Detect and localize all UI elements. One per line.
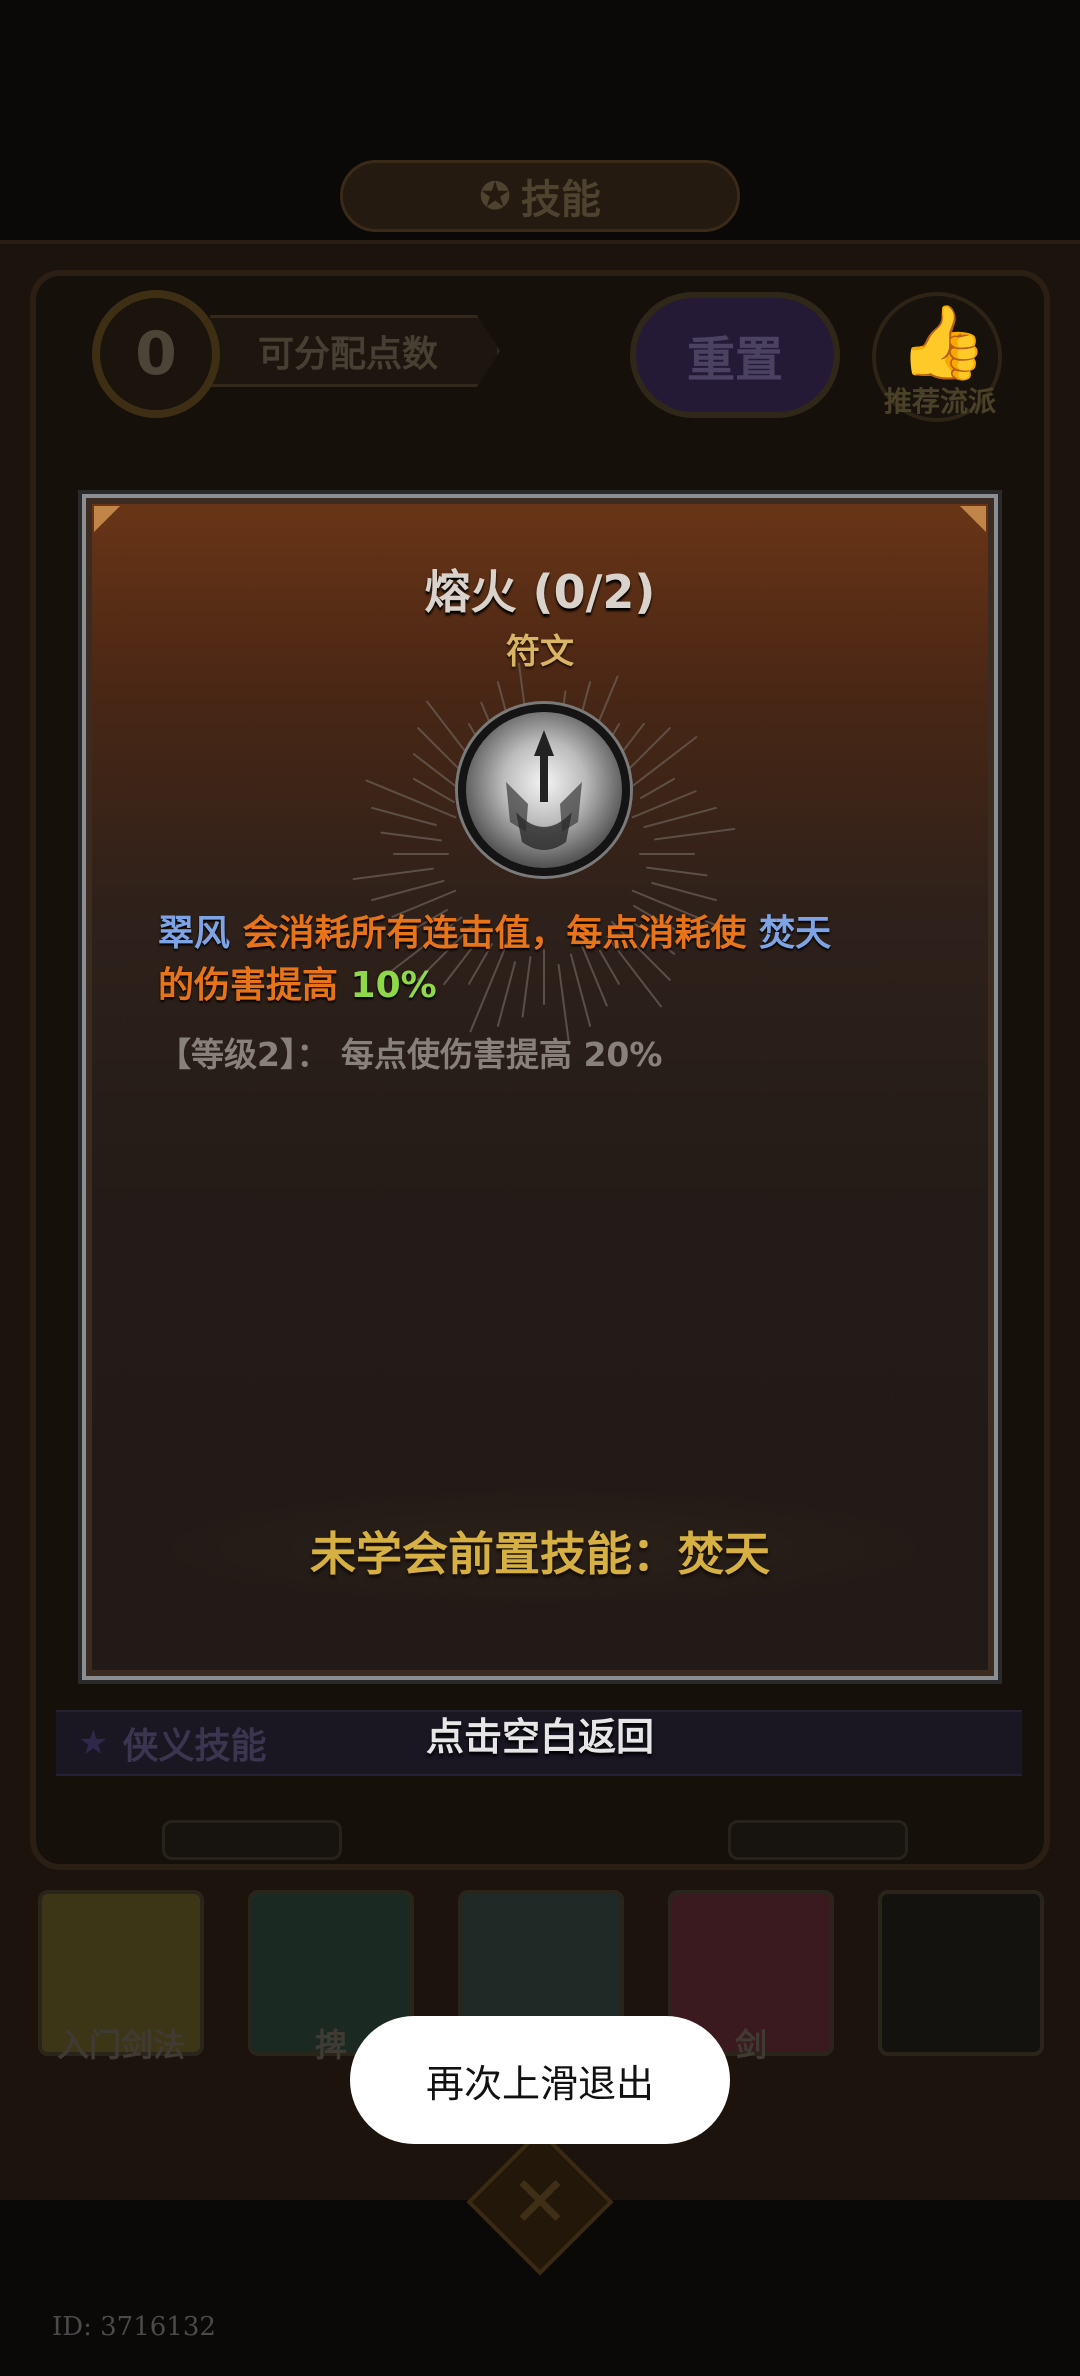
reset-button[interactable]: 重置 (630, 292, 840, 418)
gear-icon: ✪ (479, 174, 511, 218)
skill-ref-fentian: 焚天 (759, 913, 832, 954)
panel-title-bar: ✪ 技能 (340, 160, 740, 232)
burst-ray (365, 779, 457, 819)
burst-ray (651, 881, 717, 902)
desc-text: 的伤害提高 (158, 965, 351, 1006)
skill-title: 熔火 (0/2) (424, 565, 656, 619)
player-id: ID: 3716132 (52, 2312, 216, 2342)
skill-ref-cuifeng: 翠风 (158, 913, 231, 954)
burst-ray (631, 790, 697, 819)
burst-ray (380, 831, 442, 842)
tap-blank-to-return[interactable]: 点击空白返回 (0, 1706, 1080, 1761)
burst-ray (413, 778, 455, 803)
skill-name: 入门剑法 (56, 2026, 185, 2064)
recommend-label: 推荐流派 (883, 385, 996, 418)
burst-ray (646, 866, 708, 877)
points-label: 可分配点数 (210, 315, 500, 387)
thumbs-up-icon: 👍 (898, 300, 988, 384)
burst-ray (352, 867, 434, 881)
skill-slot[interactable] (878, 1890, 1044, 2056)
level-info: 【等级2】： 每点使伤害提高 20% (158, 1035, 663, 1074)
slot-tab (728, 1820, 908, 1860)
burst-ray (643, 806, 717, 829)
slot-tab (162, 1820, 342, 1860)
corner-ornament (960, 506, 986, 532)
corner-ornament (94, 506, 120, 532)
system-toast: 再次上滑退出 (350, 2016, 730, 2144)
burst-ray (371, 806, 437, 827)
burst-ray (371, 879, 445, 902)
burst-ray (639, 778, 675, 799)
skill-detail-dialog: 熔火 (0/2) 符文 翠风 会消耗所有连击值，每点消耗使 焚天 的伤害提高 10… (82, 494, 998, 1680)
burst-ray (654, 827, 736, 841)
panel-title: 技能 (520, 177, 601, 223)
burst-ray (625, 736, 698, 792)
skill-slot[interactable]: 入门剑法 (38, 1890, 204, 2064)
prerequisite-text: 未学会前置技能：焚天 (310, 1527, 770, 1581)
desc-value: 10% (350, 965, 437, 1006)
desc-text: 会消耗所有连击值，每点消耗使 (230, 913, 760, 954)
close-icon: ✕ (510, 2161, 570, 2243)
skill-description: 翠风 会消耗所有连击值，每点消耗使 焚天的伤害提高 10% (158, 908, 938, 1012)
rune-icon (458, 704, 630, 876)
points-value: 0 (92, 290, 220, 418)
